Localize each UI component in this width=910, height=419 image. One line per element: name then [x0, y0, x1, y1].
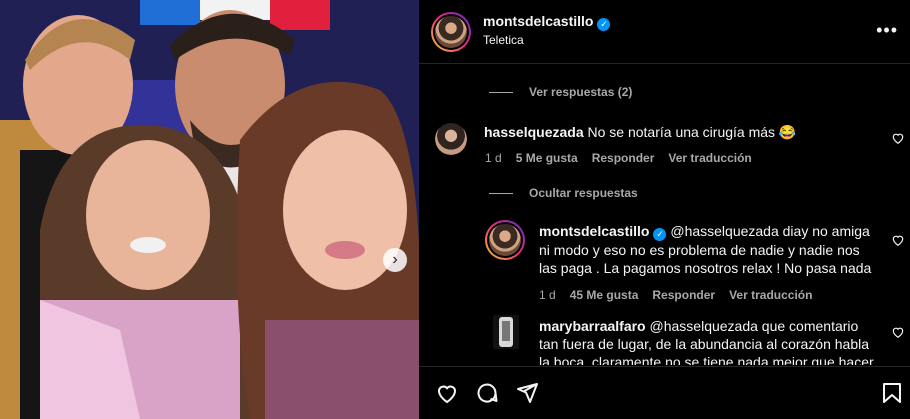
comment-likes[interactable]: 45 Me gusta — [570, 288, 639, 302]
view-replies-link[interactable]: Ver respuestas (2) — [489, 85, 632, 99]
post-actions-bar — [419, 366, 910, 419]
group-selfie-image — [0, 0, 419, 419]
comment-username[interactable]: marybarraalfaro — [539, 318, 646, 334]
post-location[interactable]: Teletica — [483, 33, 524, 47]
next-image-button[interactable]: › — [383, 248, 407, 272]
avatar[interactable] — [485, 220, 525, 260]
translate-button[interactable]: Ver traducción — [668, 151, 751, 165]
heart-icon[interactable] — [435, 381, 459, 405]
hide-replies-link[interactable]: Ocultar respuestas — [489, 186, 638, 200]
post-photo: › — [0, 0, 419, 419]
reply-comment: marybarraalfaro @hasselquezada que comen… — [539, 317, 879, 365]
reply-button[interactable]: Responder — [592, 151, 655, 165]
comment-meta: 1 d 45 Me gusta Responder Ver traducción — [539, 288, 812, 302]
avatar[interactable] — [431, 12, 471, 52]
comment-age: 1 d — [539, 288, 556, 302]
post-author-username[interactable]: montsdelcastillo — [483, 13, 593, 29]
comment-meta: 1 d 5 Me gusta Responder Ver traducción — [485, 151, 752, 165]
post-detail-panel: montsdelcastillo ✓ Teletica ••• Ver respu… — [419, 0, 910, 419]
heart-icon[interactable] — [891, 233, 905, 247]
comment-username[interactable]: hasselquezada — [484, 124, 584, 140]
avatar[interactable] — [493, 315, 519, 349]
bookmark-icon[interactable] — [880, 381, 904, 405]
translate-button[interactable]: Ver traducción — [729, 288, 812, 302]
comment-icon[interactable] — [475, 381, 499, 405]
heart-icon[interactable] — [891, 131, 905, 145]
comment-age: 1 d — [485, 151, 502, 165]
heart-icon[interactable] — [891, 325, 905, 339]
comment-text: No se notaría una cirugía más 😂 — [587, 124, 797, 140]
comments-list[interactable]: Ver respuestas (2) hasselquezada No se n… — [419, 65, 910, 365]
reply-button[interactable]: Responder — [652, 288, 715, 302]
verified-badge-icon: ✓ — [597, 18, 611, 31]
paper-plane-icon[interactable] — [515, 381, 539, 405]
comment-likes[interactable]: 5 Me gusta — [516, 151, 578, 165]
verified-badge-icon: ✓ — [653, 228, 667, 241]
more-options-icon[interactable]: ••• — [876, 20, 898, 41]
chevron-right-icon: › — [392, 251, 398, 268]
post-header: montsdelcastillo ✓ Teletica ••• — [419, 0, 910, 64]
comment: hasselquezada No se notaría una cirugía … — [484, 123, 884, 141]
comment-username[interactable]: montsdelcastillo — [539, 223, 649, 239]
reply-comment: montsdelcastillo ✓ @hasselquezada diay no… — [539, 222, 879, 277]
avatar[interactable] — [435, 123, 467, 155]
